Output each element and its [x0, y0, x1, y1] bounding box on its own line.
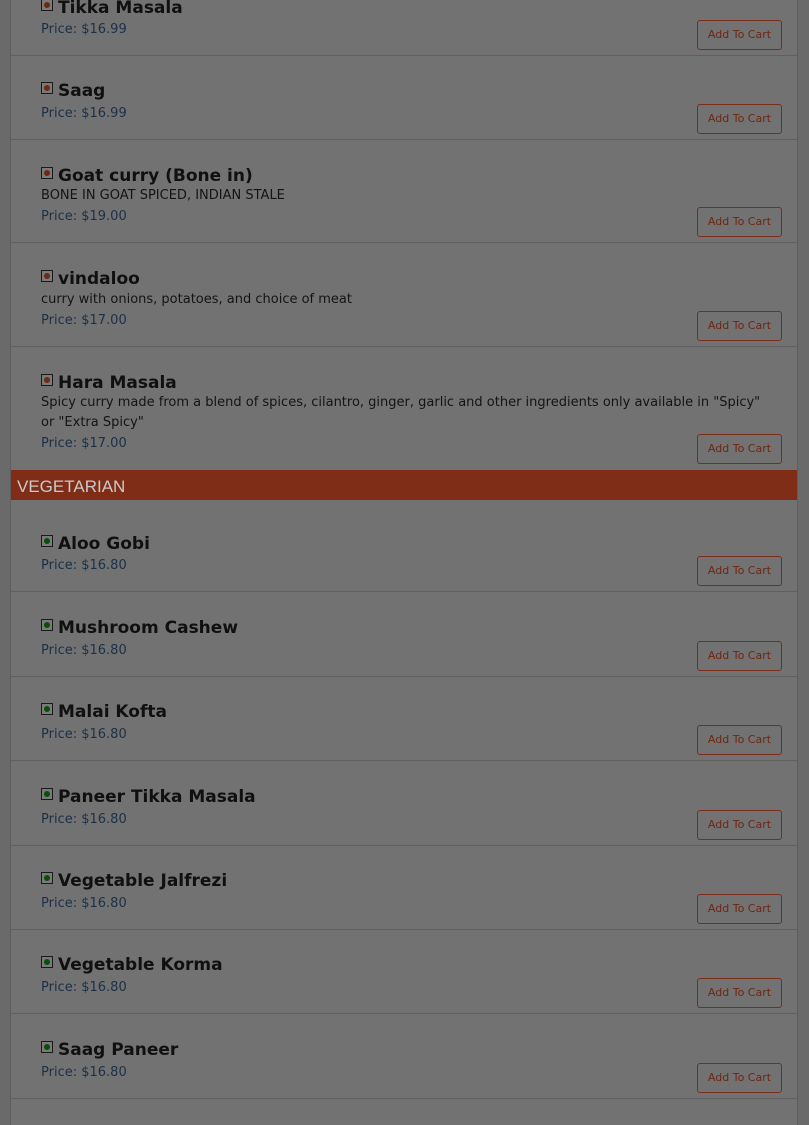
item-name-text: Saag Paneer	[58, 1040, 179, 1060]
item-price: Price: $16.80	[41, 558, 127, 573]
item-price: Price: $17.00	[41, 313, 127, 328]
nonveg-indicator-icon	[41, 167, 53, 179]
add-to-cart-button[interactable]: Add To Cart	[697, 978, 782, 1008]
veg-indicator-icon	[41, 1041, 53, 1053]
item-name-text: Vegetable Korma	[58, 955, 223, 975]
item-price: Price: $16.80	[41, 812, 127, 827]
item-name: Aloo Gobi	[41, 534, 150, 554]
item-description: curry with onions, potatoes, and choice …	[41, 292, 352, 307]
item-name: Mushroom Cashew	[41, 618, 238, 638]
nonveg-indicator-icon	[41, 270, 53, 282]
menu-item: Vegetable Jalfrezi Price: $16.80 Add To …	[11, 846, 797, 930]
item-name-text: Goat curry (Bone in)	[58, 166, 253, 186]
item-name: Paneer Tikka Masala	[41, 787, 256, 807]
add-to-cart-button[interactable]: Add To Cart	[697, 810, 782, 840]
item-name-text: Aloo Gobi	[58, 534, 150, 554]
nonveg-indicator-icon	[41, 0, 53, 11]
item-name: Hara Masala	[41, 373, 177, 393]
menu-item: vindaloo curry with onions, potatoes, an…	[11, 243, 797, 347]
veg-indicator-icon	[41, 788, 53, 800]
veg-indicator-icon	[41, 872, 53, 884]
item-name-text: Mushroom Cashew	[58, 618, 239, 638]
add-to-cart-button[interactable]: Add To Cart	[697, 894, 782, 924]
add-to-cart-button[interactable]: Add To Cart	[697, 641, 782, 671]
veg-indicator-icon	[41, 535, 53, 547]
item-name-text: Hara Masala	[58, 373, 177, 393]
item-name-text: Tikka Masala	[58, 0, 183, 18]
item-price: Price: $16.80	[41, 727, 127, 742]
add-to-cart-button[interactable]: Add To Cart	[697, 20, 782, 50]
item-name-text: Paneer Tikka Masala	[58, 787, 256, 807]
add-to-cart-button[interactable]: Add To Cart	[697, 207, 782, 237]
nonveg-indicator-icon	[41, 82, 53, 94]
item-name: Saag Paneer	[41, 1040, 178, 1060]
item-price: Price: $16.80	[41, 643, 127, 658]
item-price: Price: $16.80	[41, 980, 127, 995]
item-name-text: Vegetable Jalfrezi	[58, 871, 228, 891]
item-name: Goat curry (Bone in)	[41, 166, 253, 186]
item-name: Vegetable Korma	[41, 955, 223, 975]
menu-item: Tikka Masala Price: $16.99 Add To Cart	[11, 0, 797, 56]
item-name: Saag	[41, 81, 105, 101]
menu-item: Goat curry (Bone in) BONE IN GOAT SPICED…	[11, 140, 797, 243]
veg-indicator-icon	[41, 956, 53, 968]
menu-item: Hara Masala Spicy curry made from a blen…	[11, 347, 797, 470]
add-to-cart-button[interactable]: Add To Cart	[697, 725, 782, 755]
menu-item: Saag Price: $16.99 Add To Cart	[11, 56, 797, 140]
item-name-text: Malai Kofta	[58, 702, 167, 722]
menu-list: Tikka Masala Price: $16.99 Add To Cart S…	[10, 0, 798, 1125]
item-price: Price: $17.00	[41, 436, 127, 451]
item-name-text: Saag	[58, 81, 106, 101]
menu-item: Paneer Tikka Masala Price: $16.80 Add To…	[11, 761, 797, 846]
item-name: vindaloo	[41, 269, 140, 289]
item-price: Price: $16.99	[41, 22, 127, 37]
item-name: Tikka Masala	[41, 0, 183, 18]
add-to-cart-button[interactable]: Add To Cart	[697, 434, 782, 464]
section-header-vegetarian: VEGETARIAN	[11, 470, 797, 500]
item-price: Price: $19.00	[41, 209, 127, 224]
item-price: Price: $16.99	[41, 106, 127, 121]
item-price: Price: $16.80	[41, 896, 127, 911]
add-to-cart-button[interactable]: Add To Cart	[697, 104, 782, 134]
item-description: Spicy curry made from a blend of spices,…	[41, 395, 761, 430]
veg-indicator-icon	[41, 619, 53, 631]
item-description: BONE IN GOAT SPICED, INDIAN STALE	[41, 188, 285, 203]
menu-item: Vegetable Korma Price: $16.80 Add To Car…	[11, 930, 797, 1014]
nonveg-indicator-icon	[41, 374, 53, 386]
add-to-cart-button[interactable]: Add To Cart	[697, 556, 782, 586]
item-name: Vegetable Jalfrezi	[41, 871, 227, 891]
item-price: Price: $16.80	[41, 1065, 127, 1080]
veg-indicator-icon	[41, 703, 53, 715]
item-name: Malai Kofta	[41, 702, 167, 722]
add-to-cart-button[interactable]: Add To Cart	[697, 311, 782, 341]
menu-item: Malai Kofta Price: $16.80 Add To Cart	[11, 677, 797, 761]
add-to-cart-button[interactable]: Add To Cart	[697, 1063, 782, 1093]
item-name-text: vindaloo	[58, 269, 140, 289]
menu-item: Mushroom Cashew Price: $16.80 Add To Car…	[11, 592, 797, 677]
menu-item: Saag Paneer Price: $16.80 Add To Cart	[11, 1014, 797, 1099]
menu-item: Aloo Gobi Price: $16.80 Add To Cart	[11, 500, 797, 592]
